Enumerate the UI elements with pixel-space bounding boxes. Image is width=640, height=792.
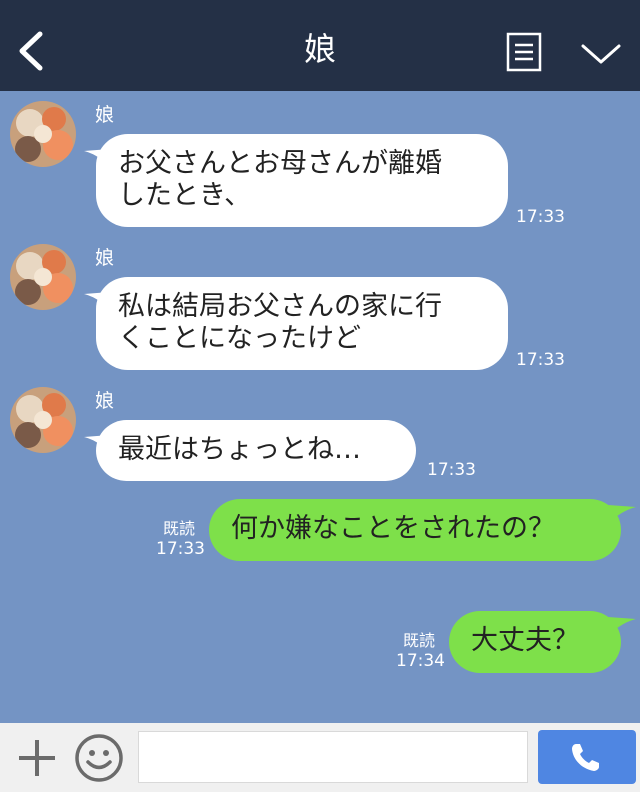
smiley-icon[interactable] bbox=[74, 733, 124, 783]
message-time: 17:33 bbox=[427, 460, 476, 480]
message-bubble-outgoing[interactable]: 何か嫌なことをされたの？ bbox=[209, 499, 621, 561]
sender-name: 娘 bbox=[95, 247, 115, 269]
message-bubble[interactable]: 私は結局お父さんの家に行 くことになったけど bbox=[96, 277, 508, 370]
chat-header: 娘 bbox=[0, 0, 640, 91]
message-bubble[interactable]: 最近はちょっとね… bbox=[96, 420, 416, 481]
message-input[interactable] bbox=[138, 731, 528, 783]
chat-title: 娘 bbox=[303, 30, 336, 68]
message-time: 17:34 bbox=[396, 651, 445, 671]
menu-list-icon[interactable] bbox=[506, 32, 542, 72]
read-label: 既読 bbox=[402, 631, 435, 650]
message-line: したとき、 bbox=[118, 180, 252, 211]
plus-icon[interactable] bbox=[16, 737, 58, 779]
chat-area[interactable]: 娘 お父さんとお母さんが離婚 したとき、 17:33 娘 私は結局お父さんの家に… bbox=[0, 91, 640, 723]
message-line: 何か嫌なことをされたの？ bbox=[231, 513, 555, 544]
message-composer bbox=[0, 723, 640, 792]
message-line: 最近はちょっとね… bbox=[118, 434, 361, 465]
read-receipt: 既読 17:34 bbox=[396, 631, 445, 671]
message-bubble-outgoing[interactable]: 大丈夫？ bbox=[449, 611, 621, 673]
phone-icon bbox=[572, 744, 599, 771]
avatar[interactable] bbox=[10, 244, 76, 310]
message-line: 大丈夫？ bbox=[471, 625, 579, 656]
chevron-down-icon[interactable] bbox=[580, 40, 622, 68]
avatar[interactable] bbox=[10, 101, 76, 167]
message-line: 私は結局お父さんの家に行 bbox=[118, 291, 442, 322]
message-line: お父さんとお母さんが離婚 bbox=[118, 148, 442, 179]
call-button[interactable] bbox=[538, 730, 636, 784]
read-label: 既読 bbox=[162, 519, 195, 538]
sender-name: 娘 bbox=[95, 104, 115, 126]
message-time: 17:33 bbox=[156, 539, 205, 559]
read-receipt: 既読 17:33 bbox=[156, 519, 205, 559]
message-line: くことになったけど bbox=[118, 323, 361, 354]
avatar[interactable] bbox=[10, 387, 76, 453]
message-bubble[interactable]: お父さんとお母さんが離婚 したとき、 bbox=[96, 134, 508, 227]
sender-name: 娘 bbox=[95, 390, 115, 412]
message-time: 17:33 bbox=[516, 350, 565, 370]
message-time: 17:33 bbox=[516, 207, 565, 227]
